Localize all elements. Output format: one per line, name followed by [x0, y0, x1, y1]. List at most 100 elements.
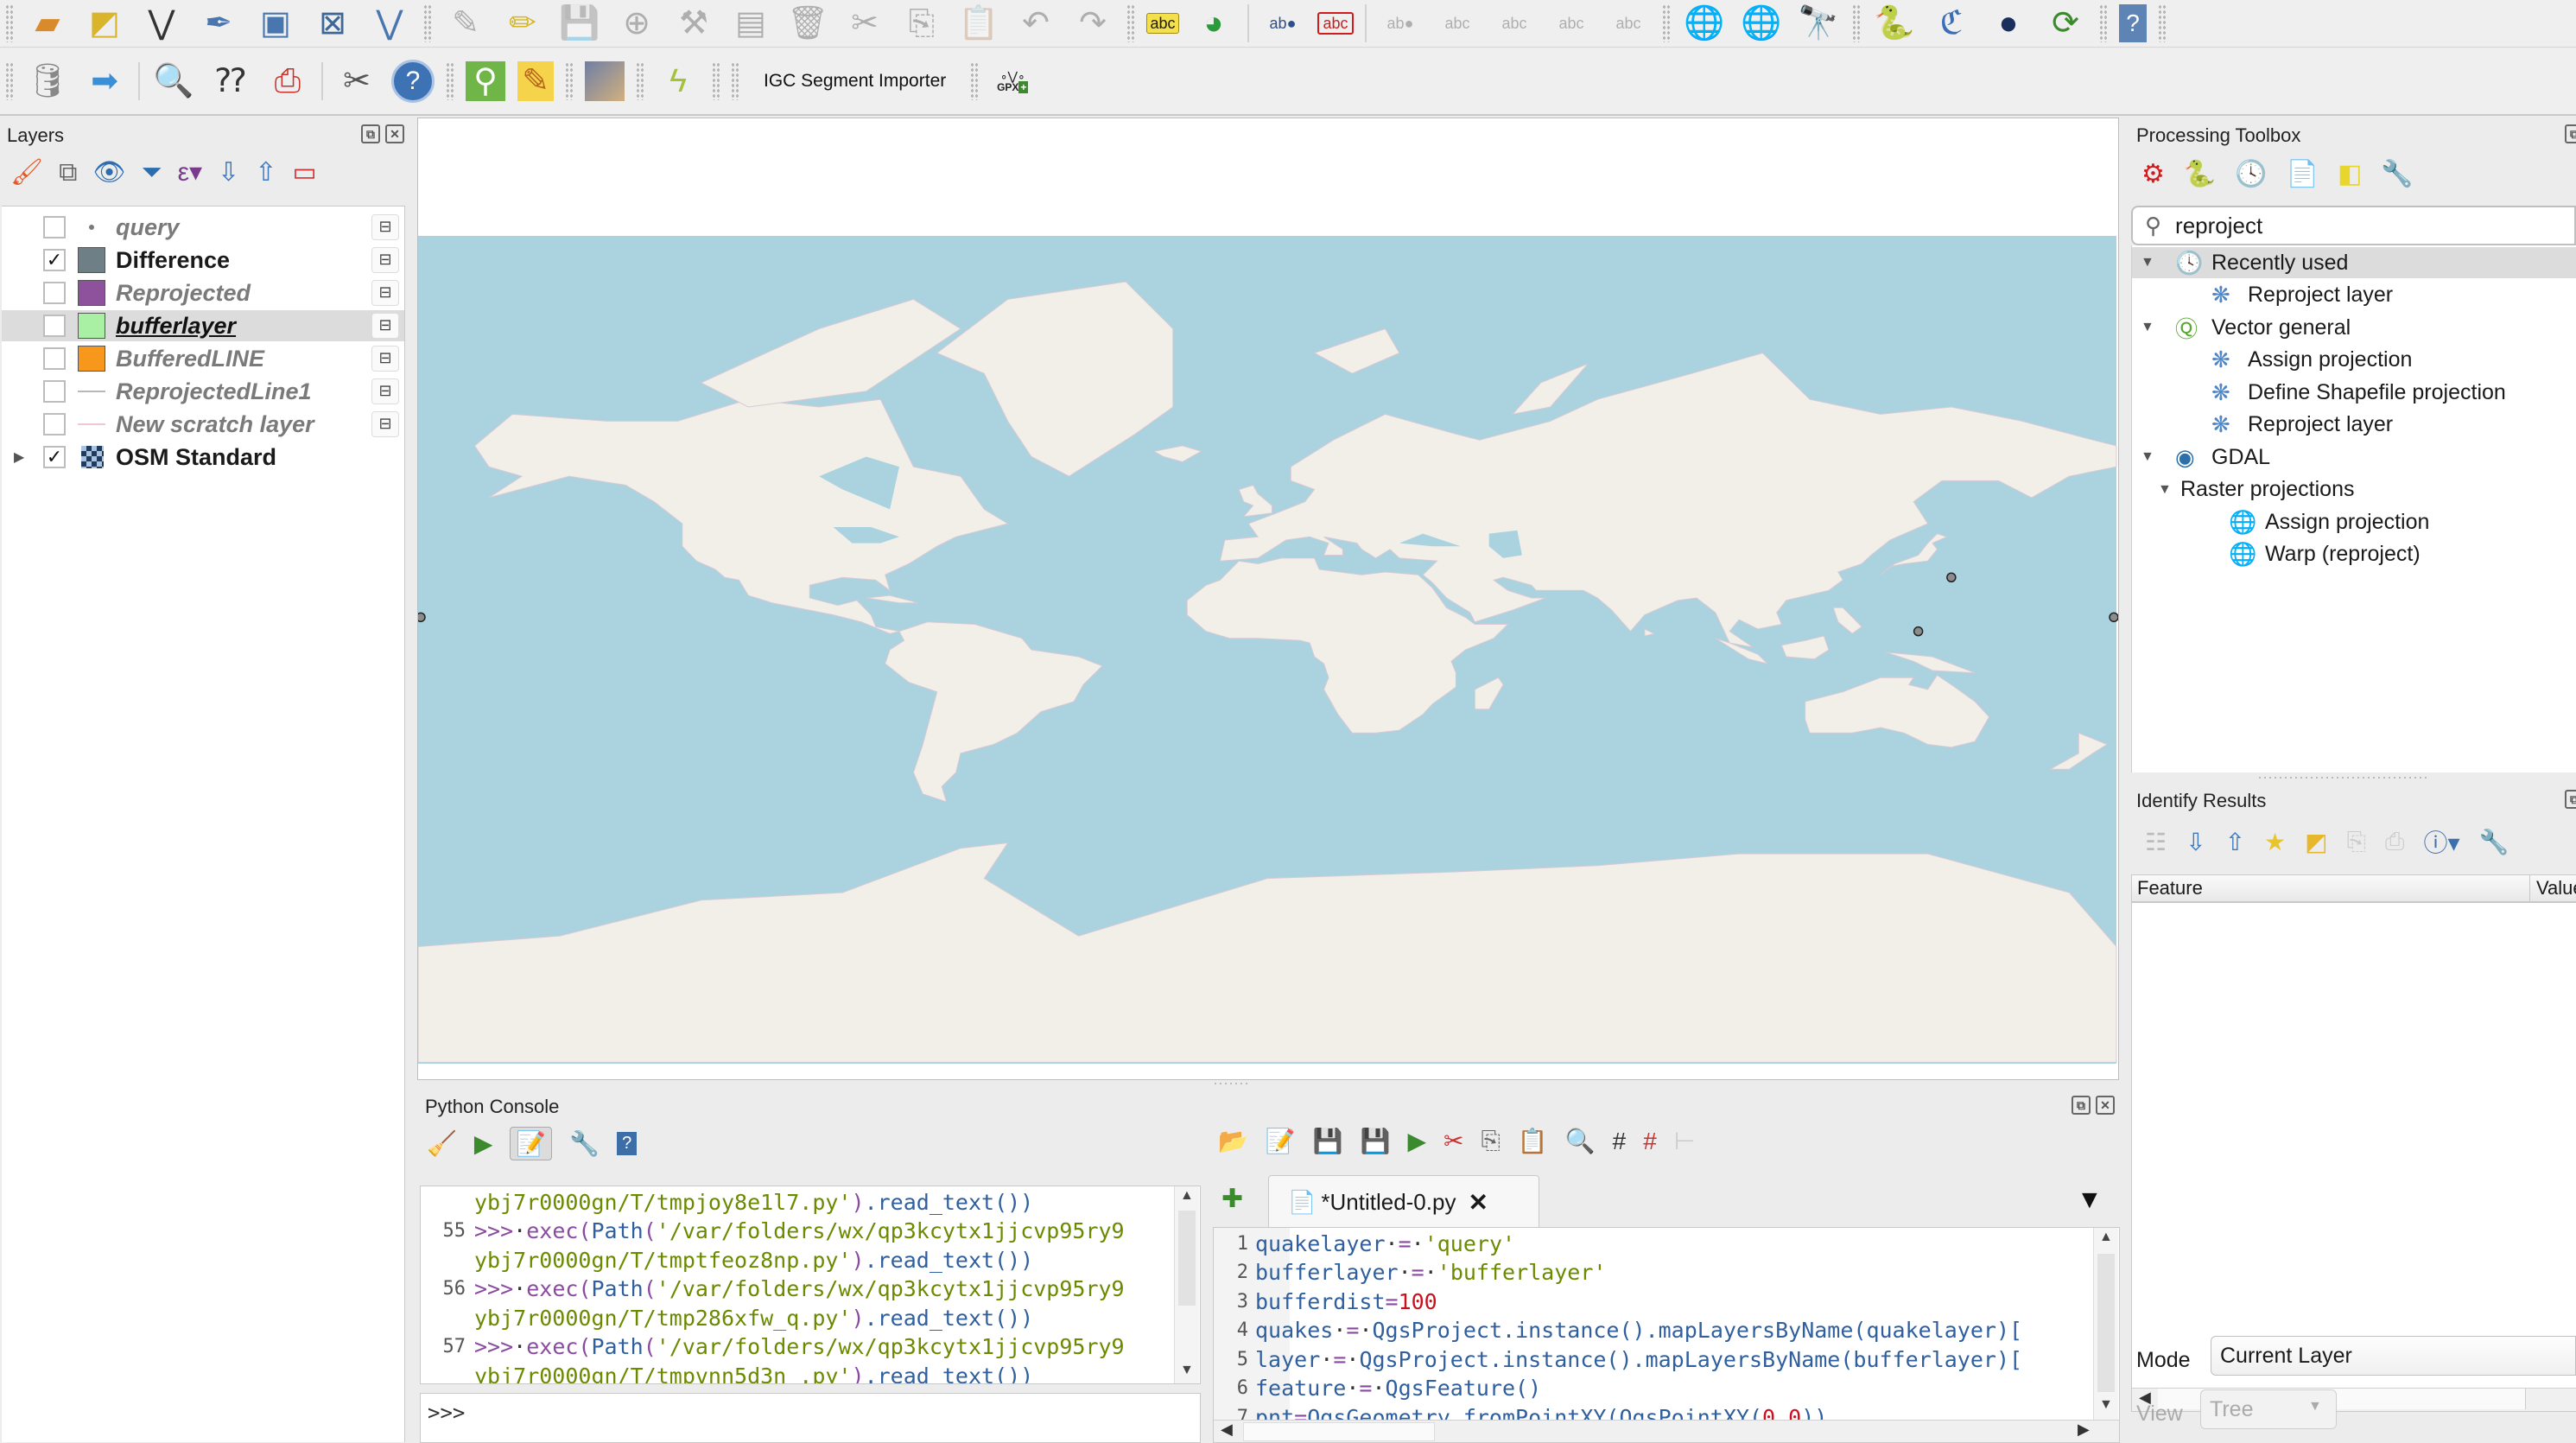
layer-visibility-checkbox[interactable]: ✓ [43, 249, 66, 271]
cut-icon[interactable]: ✂ [1443, 1127, 1463, 1155]
scroll-down-arrow[interactable]: ▼ [2099, 1397, 2113, 1413]
toolbar-grip[interactable] [2158, 4, 2167, 42]
label-toolbar-icon[interactable]: abc [1146, 13, 1179, 34]
expand-all-icon[interactable]: ⇩ [218, 157, 239, 188]
new-virtual-layer-icon[interactable]: ⊠ [310, 1, 355, 46]
layer-row[interactable]: BufferedLINE ⊟ [2, 343, 404, 374]
scroll-right-arrow[interactable]: ▶ [2078, 1421, 2090, 1439]
collapse-arrow-icon[interactable]: ▼ [2141, 255, 2154, 270]
collapse-arrow-icon[interactable]: ▼ [2141, 320, 2154, 335]
modify-attributes-icon[interactable]: ▤ [728, 1, 773, 46]
processing-search-input[interactable]: ⚲ reproject [2131, 206, 2576, 245]
models-icon[interactable]: ⚙ [2141, 159, 2165, 189]
query-point[interactable] [2109, 612, 2119, 623]
layer-row[interactable]: bufferlayer ⊟ [2, 310, 404, 341]
clear-results-icon[interactable]: ◩ [2305, 828, 2327, 856]
paste-features-icon[interactable]: 📋 [956, 1, 1001, 46]
edit-pencils-icon[interactable]: ✎ [443, 1, 488, 46]
temporary-layer-indicator-icon[interactable]: ⊟ [371, 280, 399, 306]
run-script-icon[interactable]: ▶ [1408, 1127, 1427, 1155]
expand-all-icon[interactable]: ⇩ [2186, 828, 2205, 856]
igc-segment-importer-button[interactable]: IGC Segment Importer [764, 71, 946, 92]
tree-category[interactable]: ▼ ◉ GDAL [2132, 442, 2576, 473]
move-label-icon[interactable]: ab● [1378, 1, 1423, 46]
globe-plugin-icon[interactable]: ● [1986, 1, 2031, 46]
vertex-tool-icon[interactable]: ⚒ [671, 1, 716, 46]
toolbar-grip[interactable] [1126, 4, 1135, 42]
close-dock-button[interactable]: ✕ [2096, 1096, 2115, 1115]
paste-icon[interactable]: 📋 [1518, 1127, 1548, 1155]
layer-name[interactable]: New scratch layer [116, 411, 314, 438]
layer-row[interactable]: New scratch layer ⊟ [2, 409, 404, 440]
help-book-icon[interactable]: ? [2119, 4, 2147, 42]
layer-visibility-checkbox[interactable] [43, 282, 66, 304]
clear-console-icon[interactable]: 🧹 [427, 1129, 457, 1158]
column-header-feature[interactable]: Feature [2137, 877, 2203, 899]
add-feature-icon[interactable]: ⊕ [614, 1, 659, 46]
style-manager-icon[interactable]: 🖌 [10, 157, 43, 188]
gpx-add-icon[interactable]: ∘⋁∘ GPX + [990, 59, 1035, 104]
open-script-icon[interactable]: 📂 [1218, 1127, 1248, 1155]
filter-legend-icon[interactable]: ⏷ [142, 158, 162, 188]
layer-visibility-checkbox[interactable]: ✓ [43, 446, 66, 468]
save-edits-icon[interactable]: 💾 [557, 1, 602, 46]
quickosm-icon[interactable]: ⚲ [466, 61, 505, 101]
console-help-icon[interactable]: ? [617, 1132, 638, 1155]
manage-visibility-icon[interactable]: 👁 [93, 157, 126, 188]
toggle-editing-icon[interactable]: ✏ [500, 1, 545, 46]
edit-features-in-place-icon[interactable]: ◧ [2338, 159, 2362, 189]
metasearch-icon[interactable]: 🔭 [1796, 1, 1841, 46]
options-wrench-icon[interactable]: 🔧 [2381, 159, 2413, 189]
view-select[interactable]: Tree ▼ [2200, 1389, 2337, 1429]
layer-visibility-checkbox[interactable] [43, 216, 66, 238]
tools-icon[interactable]: ✂ [334, 59, 379, 104]
run-command-icon[interactable]: ▶ [474, 1129, 493, 1158]
plugin-reload-icon[interactable]: ⟳ [2043, 1, 2088, 46]
scrollbar-thumb[interactable] [2097, 1254, 2115, 1392]
redo-icon[interactable]: ↷ [1070, 1, 1115, 46]
filter-expression-icon[interactable]: ε▾ [178, 157, 202, 188]
tab-list-dropdown-icon[interactable]: ▼ [2077, 1186, 2103, 1215]
toolbar-grip[interactable] [1662, 4, 1671, 42]
toolbar-grip[interactable] [1852, 4, 1861, 42]
collapse-arrow-icon[interactable]: ▼ [2158, 482, 2172, 498]
console-input[interactable]: >>> [420, 1393, 1201, 1443]
new-editor-tab-icon[interactable]: ✚ [1221, 1184, 1243, 1214]
map-canvas[interactable] [416, 118, 2119, 1080]
pin-labels-icon[interactable]: ab● [1260, 1, 1305, 46]
layer-name[interactable]: BufferedLINE [116, 346, 264, 372]
results-viewer-icon[interactable]: 📄 [2287, 159, 2319, 189]
highlight-labels-icon[interactable]: abc [1317, 12, 1354, 35]
new-geopackage-icon[interactable]: ◩ [82, 1, 127, 46]
temporary-layer-indicator-icon[interactable]: ⊟ [371, 411, 399, 437]
toolbar-grip[interactable] [565, 62, 574, 100]
copy-icon[interactable]: ⎘ [1482, 1127, 1501, 1155]
search-wms-icon[interactable]: 🌐 [1739, 1, 1784, 46]
layer-name[interactable]: OSM Standard [116, 444, 276, 471]
layer-name[interactable]: ReprojectedLine1 [116, 378, 312, 405]
scroll-left-arrow[interactable]: ◀ [1221, 1421, 1233, 1439]
collapse-all-icon[interactable]: ⇧ [255, 157, 276, 188]
save-as-icon[interactable]: 💾 [1361, 1127, 1391, 1155]
temporary-layer-indicator-icon[interactable]: ⊟ [371, 247, 399, 273]
query-point[interactable] [1946, 572, 1957, 582]
temporary-layer-indicator-icon[interactable]: ⊟ [371, 313, 399, 339]
map-svg[interactable] [416, 118, 2119, 1079]
cut-features-icon[interactable]: ✂ [842, 1, 887, 46]
identify-settings-icon[interactable]: 🔧 [2479, 828, 2509, 856]
uncomment-icon[interactable]: # [1643, 1128, 1657, 1155]
tree-algorithm[interactable]: ❋ Assign projection [2132, 345, 2576, 376]
pdf-export-icon[interactable]: ⎙ [265, 59, 310, 104]
show-editor-icon[interactable]: 📝 [510, 1127, 553, 1160]
toolbar-grip[interactable] [5, 4, 14, 42]
temporary-layer-indicator-icon[interactable]: ⊟ [371, 214, 399, 240]
map-edit-icon[interactable]: ✎ [517, 61, 554, 101]
show-hide-labels-icon[interactable]: abc [1435, 1, 1480, 46]
new-spatialite-layer-icon[interactable]: ✒ [196, 1, 241, 46]
toolbar-grip[interactable] [423, 4, 432, 42]
tree-algorithm[interactable]: ❋ Reproject layer [2132, 280, 2576, 311]
delete-selected-icon[interactable]: 🗑 [785, 1, 830, 46]
expand-new-results-icon[interactable]: ★ [2264, 828, 2286, 856]
layer-name[interactable]: Difference [116, 247, 230, 274]
save-icon[interactable]: 💾 [1313, 1127, 1343, 1155]
